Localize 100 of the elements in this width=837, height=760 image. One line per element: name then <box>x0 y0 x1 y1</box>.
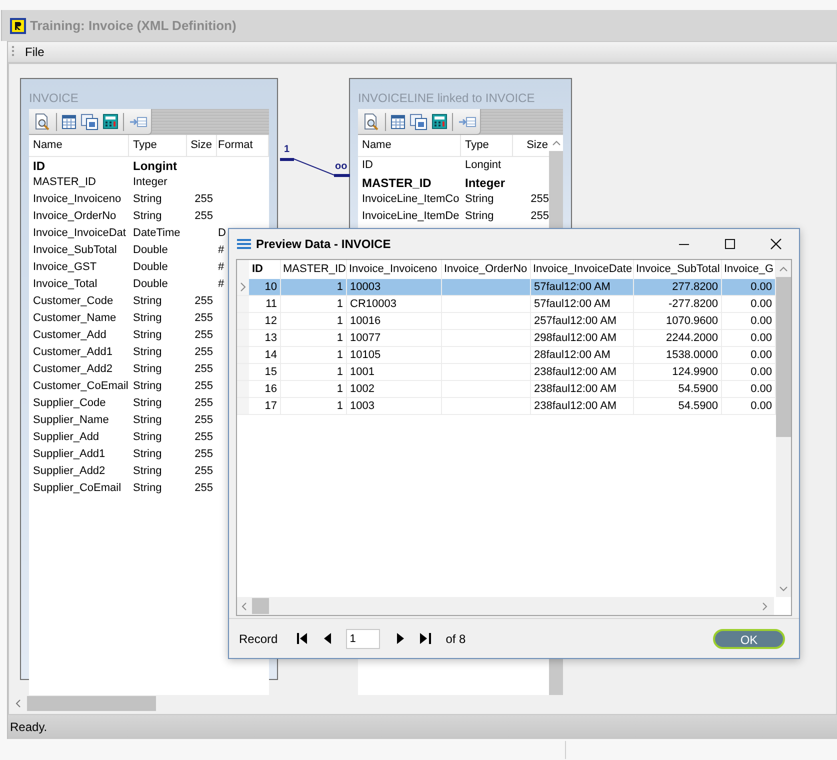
scroll-right-icon[interactable] <box>762 602 768 610</box>
column-header[interactable]: Name <box>362 137 392 154</box>
column-header[interactable]: MASTER_ID <box>283 261 346 278</box>
scroll-left-icon[interactable] <box>15 699 21 708</box>
calculator-icon[interactable] <box>432 114 447 129</box>
table-title: INVOICE <box>29 90 80 107</box>
table-cell-text: 1001 <box>350 364 374 380</box>
windows-icon[interactable] <box>81 114 98 130</box>
table-cell-text: 1 <box>336 398 343 414</box>
table-cell-text: String <box>133 430 162 446</box>
preview-icon[interactable] <box>33 112 51 130</box>
table-cell-text: 0.00 <box>750 314 772 329</box>
table-cell-text: 255 <box>194 192 213 208</box>
scroll-left-icon[interactable] <box>241 602 247 610</box>
table-cell-text: 10077 <box>350 330 381 346</box>
import-icon[interactable] <box>458 114 476 128</box>
table-cell-text: Invoice_SubTotal <box>33 243 117 258</box>
column-header[interactable]: Size <box>526 137 548 154</box>
table-row[interactable]: 14 1 10105 28faul12:00 AM 1538.0000 0.00 <box>249 347 776 364</box>
table-cell-text: InvoiceLine_ItemDe <box>362 209 460 224</box>
table-cell-text: 255 <box>194 464 213 480</box>
table-cell-text: 17 <box>264 398 277 414</box>
table-cell-text: 1003 <box>350 398 374 414</box>
table-cell-text: 0.00 <box>750 330 772 346</box>
column-header[interactable]: Type <box>465 137 489 154</box>
column-header[interactable]: Invoice_G <box>724 261 774 278</box>
table-cell-text: String <box>133 464 162 480</box>
app-logo-icon <box>10 18 26 34</box>
table-cell-text: Supplier_CoEmail <box>33 481 122 496</box>
table-cell-text: 0.00 <box>750 382 772 397</box>
table-cell-text: 255 <box>194 447 213 462</box>
table-cell-text: 255 <box>194 481 213 496</box>
table-row[interactable]: 12 1 10016 257faul12:00 AM 1070.9600 0.00 <box>249 313 776 330</box>
table-title: INVOICELINE linked to INVOICE <box>358 90 536 107</box>
column-header[interactable]: Invoice_Invoiceno <box>349 261 438 278</box>
dialog-title: Preview Data - INVOICE <box>256 236 391 253</box>
table-cell-text: 0.00 <box>750 348 772 363</box>
table-cell-text: String <box>133 294 162 310</box>
table-cell-text: ID <box>33 158 45 174</box>
calculator-icon[interactable] <box>103 114 118 129</box>
scroll-thumb[interactable] <box>252 598 269 614</box>
ok-button[interactable]: OK <box>713 628 785 648</box>
table-cell-text: 16 <box>264 382 277 397</box>
table-cell-text: Integer <box>133 175 168 190</box>
table-cell-text: 54.5900 <box>678 398 718 414</box>
column-header[interactable]: Invoice_InvoiceDate <box>533 261 632 278</box>
column-header[interactable]: Invoice_SubTotal <box>636 261 720 278</box>
table-row[interactable]: 15 1 1001 238faul12:00 AM 124.9900 0.00 <box>249 364 776 381</box>
table-cell-text: Supplier_Code <box>33 396 106 412</box>
table-cell-text: Supplier_Add <box>33 430 100 446</box>
table-cell-text: Customer_CoEmail <box>33 379 128 394</box>
current-row-icon <box>240 282 246 292</box>
table-cell-text: 255 <box>194 413 213 428</box>
scroll-up-icon[interactable] <box>779 266 788 272</box>
table-cell-text: CR10003 <box>350 296 396 312</box>
table-cell-text: 10105 <box>350 348 381 363</box>
table-cell-text: Customer_Name <box>33 311 116 326</box>
preview-icon[interactable] <box>362 112 380 130</box>
import-icon[interactable] <box>129 114 147 128</box>
windows-icon[interactable] <box>410 114 427 130</box>
column-header[interactable]: Size <box>190 137 212 154</box>
table-cell-text: # <box>218 243 224 258</box>
row-header[interactable] <box>237 279 249 296</box>
table-cell-text: 255 <box>194 328 213 344</box>
table-icon[interactable] <box>62 114 76 128</box>
table-cell-text: 2244.2000 <box>666 330 718 346</box>
table-cell-text: 238faul12:00 AM <box>534 398 617 414</box>
table-cell-text: 255 <box>194 209 213 224</box>
record-count: of 8 <box>446 630 466 648</box>
table-cell-text: 255 <box>530 209 549 224</box>
table-cell-text: 255 <box>194 294 213 310</box>
table-cell-text: 15 <box>264 364 277 380</box>
table-row[interactable]: 17 1 1003 238faul12:00 AM 54.5900 0.00 <box>249 398 776 415</box>
table-cell-text: -277.8200 <box>668 296 718 312</box>
column-header[interactable]: ID <box>252 261 263 278</box>
status-text: Ready. <box>10 719 48 736</box>
table-row[interactable]: 16 1 1002 238faul12:00 AM 54.5900 0.00 <box>249 381 776 398</box>
table-row[interactable]: 10 1 10003 57faul12:00 AM 277.8200 0.00 <box>249 279 776 296</box>
table-cell-text: Customer_Add <box>33 328 106 344</box>
table-cell-text: 257faul12:00 AM <box>534 314 617 329</box>
table-cell-text: 255 <box>194 379 213 394</box>
scroll-up-icon[interactable] <box>552 140 560 146</box>
vertical-scrollbar[interactable] <box>776 260 791 597</box>
table-row[interactable]: 11 1 CR10003 57faul12:00 AM -277.8200 0.00 <box>249 296 776 313</box>
table-cell-text: String <box>133 362 162 378</box>
table-row[interactable]: 13 1 10077 298faul12:00 AM 2244.2000 0.00 <box>249 330 776 347</box>
horizontal-scrollbar[interactable] <box>237 597 774 615</box>
column-header[interactable]: Type <box>133 137 157 154</box>
column-header[interactable]: Invoice_OrderNo <box>444 261 528 278</box>
table-cell-text: 255 <box>194 430 213 446</box>
column-header[interactable]: Format <box>218 137 253 154</box>
record-field[interactable]: 1 <box>346 628 380 648</box>
table-cell-text: 255 <box>194 345 213 360</box>
table-icon[interactable] <box>391 114 405 128</box>
table-cell-text: 10016 <box>350 314 381 329</box>
table-cell-text: 255 <box>194 362 213 378</box>
menu-item[interactable]: File <box>23 43 46 61</box>
column-header[interactable]: Name <box>33 137 62 154</box>
table-cell-text: 11 <box>266 296 277 312</box>
scroll-down-icon[interactable] <box>779 586 788 592</box>
